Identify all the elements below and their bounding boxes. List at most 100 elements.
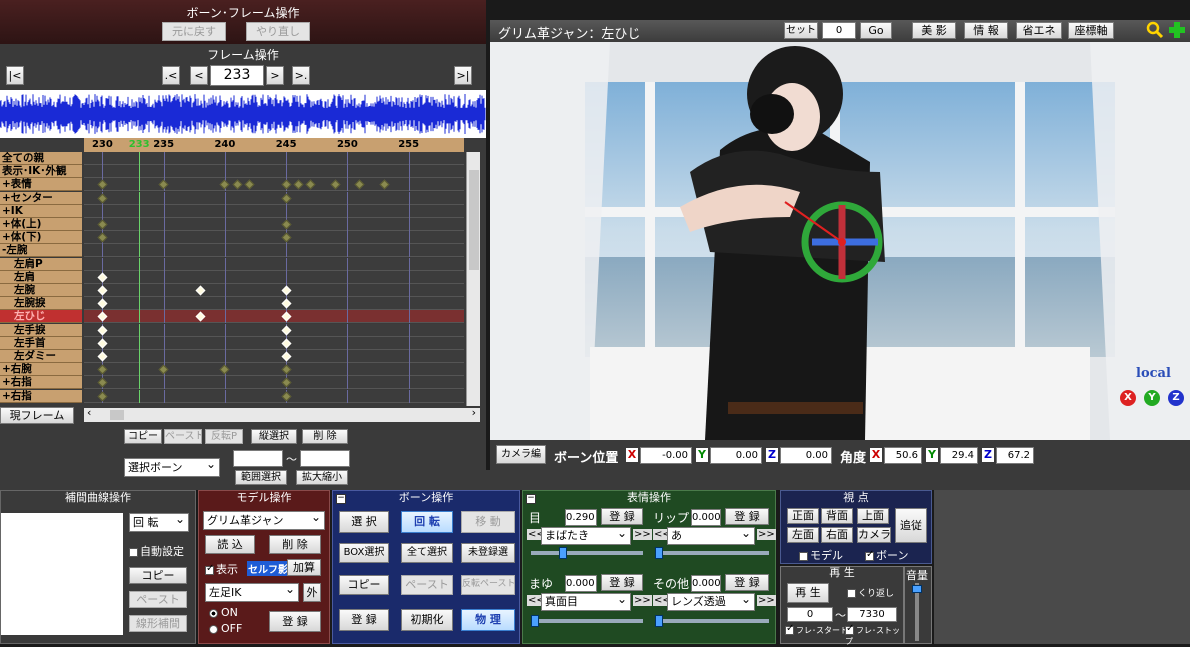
model-delete-button[interactable]: 削 除 <box>269 535 321 554</box>
view-left-button[interactable]: 左面 <box>787 527 819 543</box>
add-blend-button[interactable]: 加算 <box>287 559 321 576</box>
linear-interp-button[interactable]: 線形補間 <box>129 615 187 632</box>
model-view-check[interactable] <box>799 551 808 561</box>
other-morph-value[interactable]: 0.000 <box>691 575 721 592</box>
auto-setting-check[interactable] <box>129 547 138 557</box>
keyframe-marker[interactable] <box>281 219 292 230</box>
scale-button[interactable]: 拡大縮小 <box>296 470 348 485</box>
camera-edit-button[interactable]: カメラ編 <box>496 445 546 464</box>
lip-register-button[interactable]: 登 録 <box>725 508 769 525</box>
unregistered-select-button[interactable]: 未登録選 <box>461 543 515 563</box>
keyframe-marker[interactable] <box>97 285 108 296</box>
track-row[interactable] <box>84 231 464 245</box>
track-label[interactable]: 表示･IK･外観 <box>0 165 82 179</box>
keyframe-marker[interactable] <box>219 179 230 190</box>
axis-toggle-x[interactable]: X <box>1120 390 1136 406</box>
track-label[interactable]: +右腕 <box>0 363 82 377</box>
bone-copy-button[interactable]: コピー <box>339 575 389 595</box>
follow-button[interactable]: 追従 <box>895 508 927 543</box>
frame-start-checkbox[interactable]: フレ･スタート <box>785 623 848 636</box>
model-view-checkbox[interactable]: モデル <box>799 547 843 563</box>
track-row[interactable] <box>84 363 464 377</box>
keyframe-marker[interactable] <box>97 351 108 362</box>
scroll-thumb[interactable] <box>469 170 479 270</box>
view-top-button[interactable]: 上面 <box>857 508 889 524</box>
repeat-checkbox[interactable]: くり返し <box>847 586 894 599</box>
volume-slider[interactable] <box>912 583 922 641</box>
angle-z-input[interactable]: 67.2 <box>996 447 1034 464</box>
timeline-hscroll[interactable]: ‹ › <box>84 406 480 422</box>
track-label[interactable]: +IK <box>0 204 82 218</box>
volume-slider-thumb[interactable] <box>912 585 922 593</box>
angle-y-input[interactable]: 29.4 <box>940 447 978 464</box>
track-label[interactable]: -左腕 <box>0 244 82 258</box>
play-end-input[interactable]: 7330 <box>847 607 897 622</box>
keyframe-marker[interactable] <box>281 377 292 388</box>
pos-z-input[interactable]: 0.00 <box>780 447 832 464</box>
track-row[interactable] <box>84 165 464 179</box>
keyframe-marker[interactable] <box>281 232 292 243</box>
power-save-button[interactable]: 省エネ <box>1016 22 1062 39</box>
keyframe-marker[interactable] <box>97 193 108 204</box>
keyframe-marker[interactable] <box>281 298 292 309</box>
keyframe-marker[interactable] <box>379 179 390 190</box>
other-register-button[interactable]: 登 録 <box>725 574 769 591</box>
bone-register-button[interactable]: 登 録 <box>339 609 389 631</box>
model-load-button[interactable]: 読 込 <box>205 535 255 554</box>
keyframe-marker[interactable] <box>281 338 292 349</box>
keyframe-marker[interactable] <box>293 179 304 190</box>
lip-morph-value[interactable]: 0.000 <box>691 509 721 526</box>
keyframe-marker[interactable] <box>97 179 108 190</box>
keyframe-marker[interactable] <box>97 272 108 283</box>
select-all-button[interactable]: 全て選択 <box>401 543 453 563</box>
track-row[interactable] <box>84 323 464 337</box>
off-radio-dot[interactable] <box>209 624 218 634</box>
track-row[interactable] <box>84 218 464 231</box>
go-button[interactable]: Go <box>860 22 892 39</box>
frame-start-check[interactable] <box>785 623 794 635</box>
keyframe-marker[interactable] <box>97 377 108 388</box>
keyframe-marker[interactable] <box>158 364 169 375</box>
track-row[interactable] <box>84 244 464 258</box>
keyframe-marker[interactable] <box>281 285 292 296</box>
brow-morph-dropdown[interactable]: 真面目 <box>541 593 631 611</box>
physics-button[interactable]: 物 理 <box>461 609 515 631</box>
bone-view-checkbox[interactable]: ボーン <box>865 547 908 563</box>
track-row[interactable] <box>84 297 464 311</box>
lip-morph-slider[interactable] <box>655 547 769 559</box>
keyframe-marker[interactable] <box>281 391 292 402</box>
track-label[interactable]: +体(下) <box>0 231 82 245</box>
track-label[interactable]: +体(上) <box>0 218 82 231</box>
axis-toggle-y[interactable]: Y <box>1144 390 1160 406</box>
view-camera-button[interactable]: カメラ <box>857 527 891 543</box>
prev-key-button[interactable]: .< <box>162 66 180 85</box>
keyframe-marker[interactable] <box>281 193 292 204</box>
keyframe-marker[interactable] <box>195 285 206 296</box>
info-button[interactable]: 情 報 <box>964 22 1008 39</box>
set-frame-input[interactable]: 0 <box>822 22 856 39</box>
range-select-button[interactable]: 範囲選択 <box>235 470 287 485</box>
keyframe-marker[interactable] <box>158 179 169 190</box>
frame-number-input[interactable]: 233 <box>210 65 264 86</box>
vertical-select-button[interactable]: 縦選択 <box>251 429 297 444</box>
brow-slider-thumb[interactable] <box>531 615 539 627</box>
track-label[interactable]: 全ての親 <box>0 152 82 165</box>
bone-view-check[interactable] <box>865 549 874 561</box>
keyframe-marker[interactable] <box>219 364 230 375</box>
scroll-left-icon[interactable]: ‹ <box>87 406 91 419</box>
keyframe-marker[interactable] <box>232 179 243 190</box>
brow-morph-value[interactable]: 0.000 <box>565 575 597 592</box>
interp-copy-button[interactable]: コピー <box>129 567 187 584</box>
brow-morph-slider[interactable] <box>531 615 643 627</box>
interp-paste-button[interactable]: ペースト <box>129 591 187 608</box>
move-view-icon[interactable] <box>1168 21 1186 39</box>
track-list[interactable]: 全ての親 表示･IK･外観 +表情 +センター +IK +体(上) +体(下) -左腕 左肩P 左… <box>0 152 466 408</box>
other-right-arrows[interactable]: >> <box>757 595 776 606</box>
bone-rotate-button[interactable]: 回 転 <box>401 511 453 533</box>
model-select-dropdown[interactable]: グリム革ジャン <box>203 511 325 530</box>
bone-select-button[interactable]: 選 択 <box>339 511 389 533</box>
frame-stop-check[interactable] <box>845 623 854 635</box>
next-key-button[interactable]: >. <box>292 66 310 85</box>
axis-toggle-z[interactable]: Z <box>1168 390 1184 406</box>
keyframe-marker[interactable] <box>281 311 292 322</box>
